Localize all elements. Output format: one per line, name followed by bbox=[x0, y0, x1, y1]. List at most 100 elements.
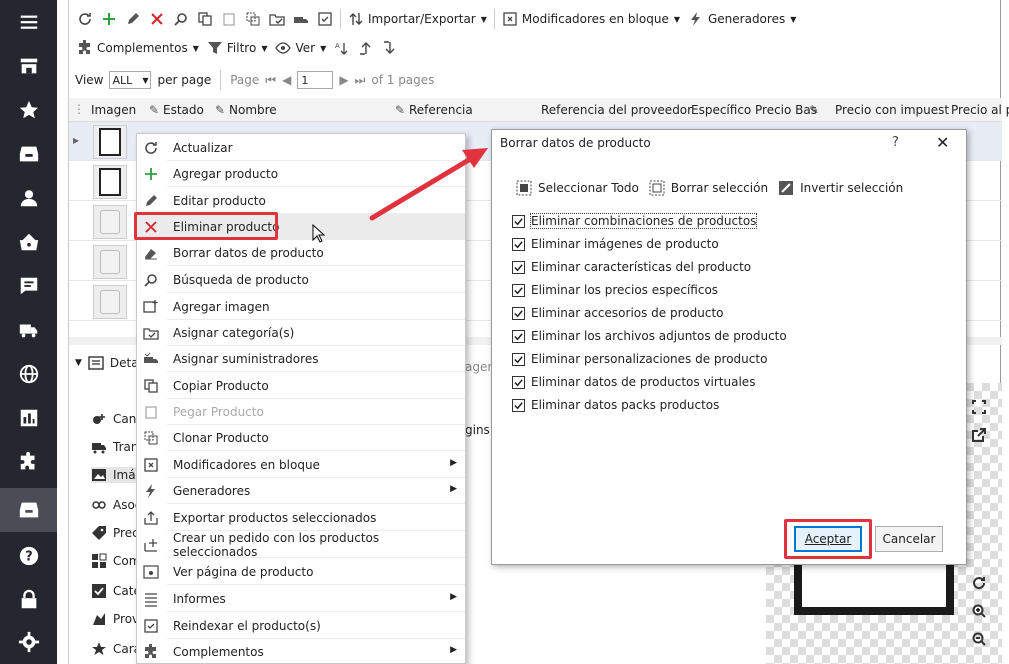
checkbox-checked[interactable] bbox=[512, 329, 525, 343]
search-button[interactable] bbox=[169, 7, 193, 31]
filter-menu[interactable]: Filtro ▼ bbox=[203, 36, 272, 60]
zoom-out-icon[interactable] bbox=[969, 629, 989, 649]
option-checkbox-row[interactable]: Eliminar personalizaciones de producto bbox=[512, 352, 767, 366]
checkbox-checked[interactable] bbox=[512, 306, 525, 320]
option-checkbox-row[interactable]: Eliminar los archivos adjuntos de produc… bbox=[512, 329, 787, 343]
gear-icon[interactable] bbox=[0, 620, 57, 664]
details-tree-root[interactable]: ▼ Deta bbox=[75, 355, 139, 371]
column-status[interactable]: Estado bbox=[163, 103, 204, 117]
context-menu-item[interactable]: Asignar suministradores bbox=[137, 346, 465, 372]
invert-selection-button[interactable]: Invertir selección bbox=[778, 180, 903, 196]
puzzle-icon[interactable] bbox=[0, 440, 57, 484]
lock-icon[interactable] bbox=[0, 578, 57, 622]
bulk-modifiers-menu[interactable]: Modificadores en bloque ▼ bbox=[498, 7, 684, 31]
context-menu-item[interactable]: Borrar datos de producto bbox=[137, 240, 465, 266]
tree-item-quantity[interactable]: Cant bbox=[91, 411, 141, 427]
close-icon[interactable]: ✕ bbox=[936, 133, 949, 152]
context-menu-item[interactable]: Actualizar bbox=[137, 135, 465, 161]
hamburger-menu-icon[interactable] bbox=[0, 0, 57, 44]
first-page-icon[interactable]: ⏮ bbox=[265, 73, 276, 88]
tree-item-features[interactable]: Cara bbox=[91, 641, 141, 657]
tree-item-categories[interactable]: Cate bbox=[91, 583, 141, 599]
tree-item-shipping[interactable]: Tran bbox=[91, 439, 138, 455]
user-icon[interactable] bbox=[0, 176, 57, 220]
rotate-icon[interactable] bbox=[969, 573, 989, 593]
checkbox-checked[interactable] bbox=[512, 375, 525, 389]
context-menu-item[interactable]: Generadores ▶ bbox=[137, 478, 465, 504]
reindex-button[interactable] bbox=[313, 7, 337, 31]
inbox-icon[interactable] bbox=[0, 132, 57, 176]
context-menu-item[interactable]: Copiar Producto bbox=[137, 373, 465, 399]
cancel-button[interactable]: Cancelar bbox=[875, 526, 943, 552]
context-menu-item[interactable]: Ver página de producto bbox=[137, 559, 465, 585]
context-menu-item[interactable]: Complementos ▶ bbox=[137, 639, 465, 664]
last-page-icon[interactable]: ⏭ bbox=[355, 73, 366, 88]
tree-item-combinations[interactable]: Com bbox=[91, 553, 140, 569]
assign-category-button[interactable] bbox=[265, 7, 289, 31]
addons-menu[interactable]: Complementos ▼ bbox=[73, 36, 203, 60]
option-checkbox-row[interactable]: Eliminar los precios específicos bbox=[512, 283, 718, 297]
context-menu-item[interactable]: Editar producto bbox=[137, 188, 465, 214]
context-menu-item[interactable]: Pegar Producto bbox=[137, 399, 465, 425]
store-icon[interactable] bbox=[0, 44, 57, 88]
truck-icon[interactable] bbox=[0, 308, 57, 352]
context-menu-item[interactable]: Agregar imagen bbox=[137, 294, 465, 320]
view-count-select[interactable]: ALL ▼ bbox=[109, 71, 152, 89]
option-checkbox-row[interactable]: Eliminar características del producto bbox=[512, 260, 751, 274]
option-checkbox-row[interactable]: Eliminar combinaciones de productos bbox=[512, 213, 758, 229]
generators-menu[interactable]: Generadores ▼ bbox=[684, 7, 800, 31]
grid-menu-icon[interactable]: ⋮ bbox=[73, 102, 85, 116]
edit-button[interactable] bbox=[121, 7, 145, 31]
context-menu-item[interactable]: Asignar categoría(s) bbox=[137, 320, 465, 346]
message-icon[interactable] bbox=[0, 264, 57, 308]
import-export-menu[interactable]: Importar/Exportar ▼ bbox=[344, 7, 491, 31]
checkbox-checked[interactable] bbox=[512, 398, 525, 412]
refresh-button[interactable] bbox=[73, 7, 97, 31]
assign-supplier-button[interactable] bbox=[289, 7, 313, 31]
checkbox-checked[interactable] bbox=[512, 260, 525, 274]
paste-button[interactable] bbox=[217, 7, 241, 31]
help-icon[interactable]: ? bbox=[0, 534, 57, 578]
context-menu-item[interactable]: Exportar productos seleccionados bbox=[137, 505, 465, 531]
page-number-input[interactable]: 1 bbox=[297, 71, 334, 89]
option-checkbox-row[interactable]: Eliminar accesorios de producto bbox=[512, 306, 724, 320]
globe-icon[interactable] bbox=[0, 352, 57, 396]
open-external-icon[interactable] bbox=[969, 425, 989, 445]
fit-size-icon[interactable] bbox=[969, 397, 989, 417]
copy-button[interactable] bbox=[193, 7, 217, 31]
star-icon[interactable] bbox=[0, 88, 57, 132]
context-menu-item[interactable]: Reindexar el producto(s) bbox=[137, 613, 465, 639]
checkbox-checked[interactable] bbox=[512, 352, 525, 366]
help-button[interactable]: ? bbox=[892, 135, 899, 150]
column-image[interactable]: Imagen bbox=[91, 103, 136, 117]
option-checkbox-row[interactable]: Eliminar datos de productos virtuales bbox=[512, 375, 755, 389]
option-checkbox-row[interactable]: Eliminar imágenes de producto bbox=[512, 237, 719, 251]
context-menu-item[interactable]: Crear un pedido con los productos selecc… bbox=[137, 531, 465, 559]
bar-chart-icon[interactable] bbox=[0, 396, 57, 440]
column-supplier-reference[interactable]: Referencia del proveedor bbox=[541, 103, 692, 117]
context-menu-item[interactable]: Modificadores en bloque ▶ bbox=[137, 452, 465, 478]
basket-icon[interactable] bbox=[0, 220, 57, 264]
context-menu-item[interactable]: Agregar producto bbox=[137, 161, 465, 187]
inbox-active-icon[interactable] bbox=[0, 488, 57, 532]
tree-item-prices[interactable]: Preci bbox=[91, 525, 142, 541]
column-name[interactable]: Nombre bbox=[229, 103, 277, 117]
checkbox-checked[interactable] bbox=[512, 237, 525, 251]
move-down-button[interactable] bbox=[378, 36, 402, 60]
view-menu[interactable]: Ver ▼ bbox=[271, 36, 330, 60]
prev-page-icon[interactable]: ◀ bbox=[282, 73, 291, 87]
add-button[interactable] bbox=[97, 7, 121, 31]
column-price-tax[interactable]: Precio con impuest bbox=[835, 103, 949, 117]
checkbox-checked[interactable] bbox=[512, 214, 525, 228]
checkbox-checked[interactable] bbox=[512, 283, 525, 297]
next-page-icon[interactable]: ▶ bbox=[339, 73, 348, 87]
column-reference[interactable]: Referencia bbox=[409, 103, 473, 117]
tree-item-suppliers[interactable]: Prov bbox=[91, 611, 139, 627]
context-menu-item[interactable]: Búsqueda de producto bbox=[137, 267, 465, 293]
clone-button[interactable] bbox=[241, 7, 265, 31]
column-base-price[interactable]: Precio Bas bbox=[755, 103, 817, 117]
clear-selection-button[interactable]: Borrar selección bbox=[649, 180, 768, 196]
delete-button[interactable] bbox=[145, 7, 169, 31]
context-menu-item[interactable]: Clonar Producto bbox=[137, 425, 465, 451]
column-specific[interactable]: Específico bbox=[691, 103, 751, 117]
